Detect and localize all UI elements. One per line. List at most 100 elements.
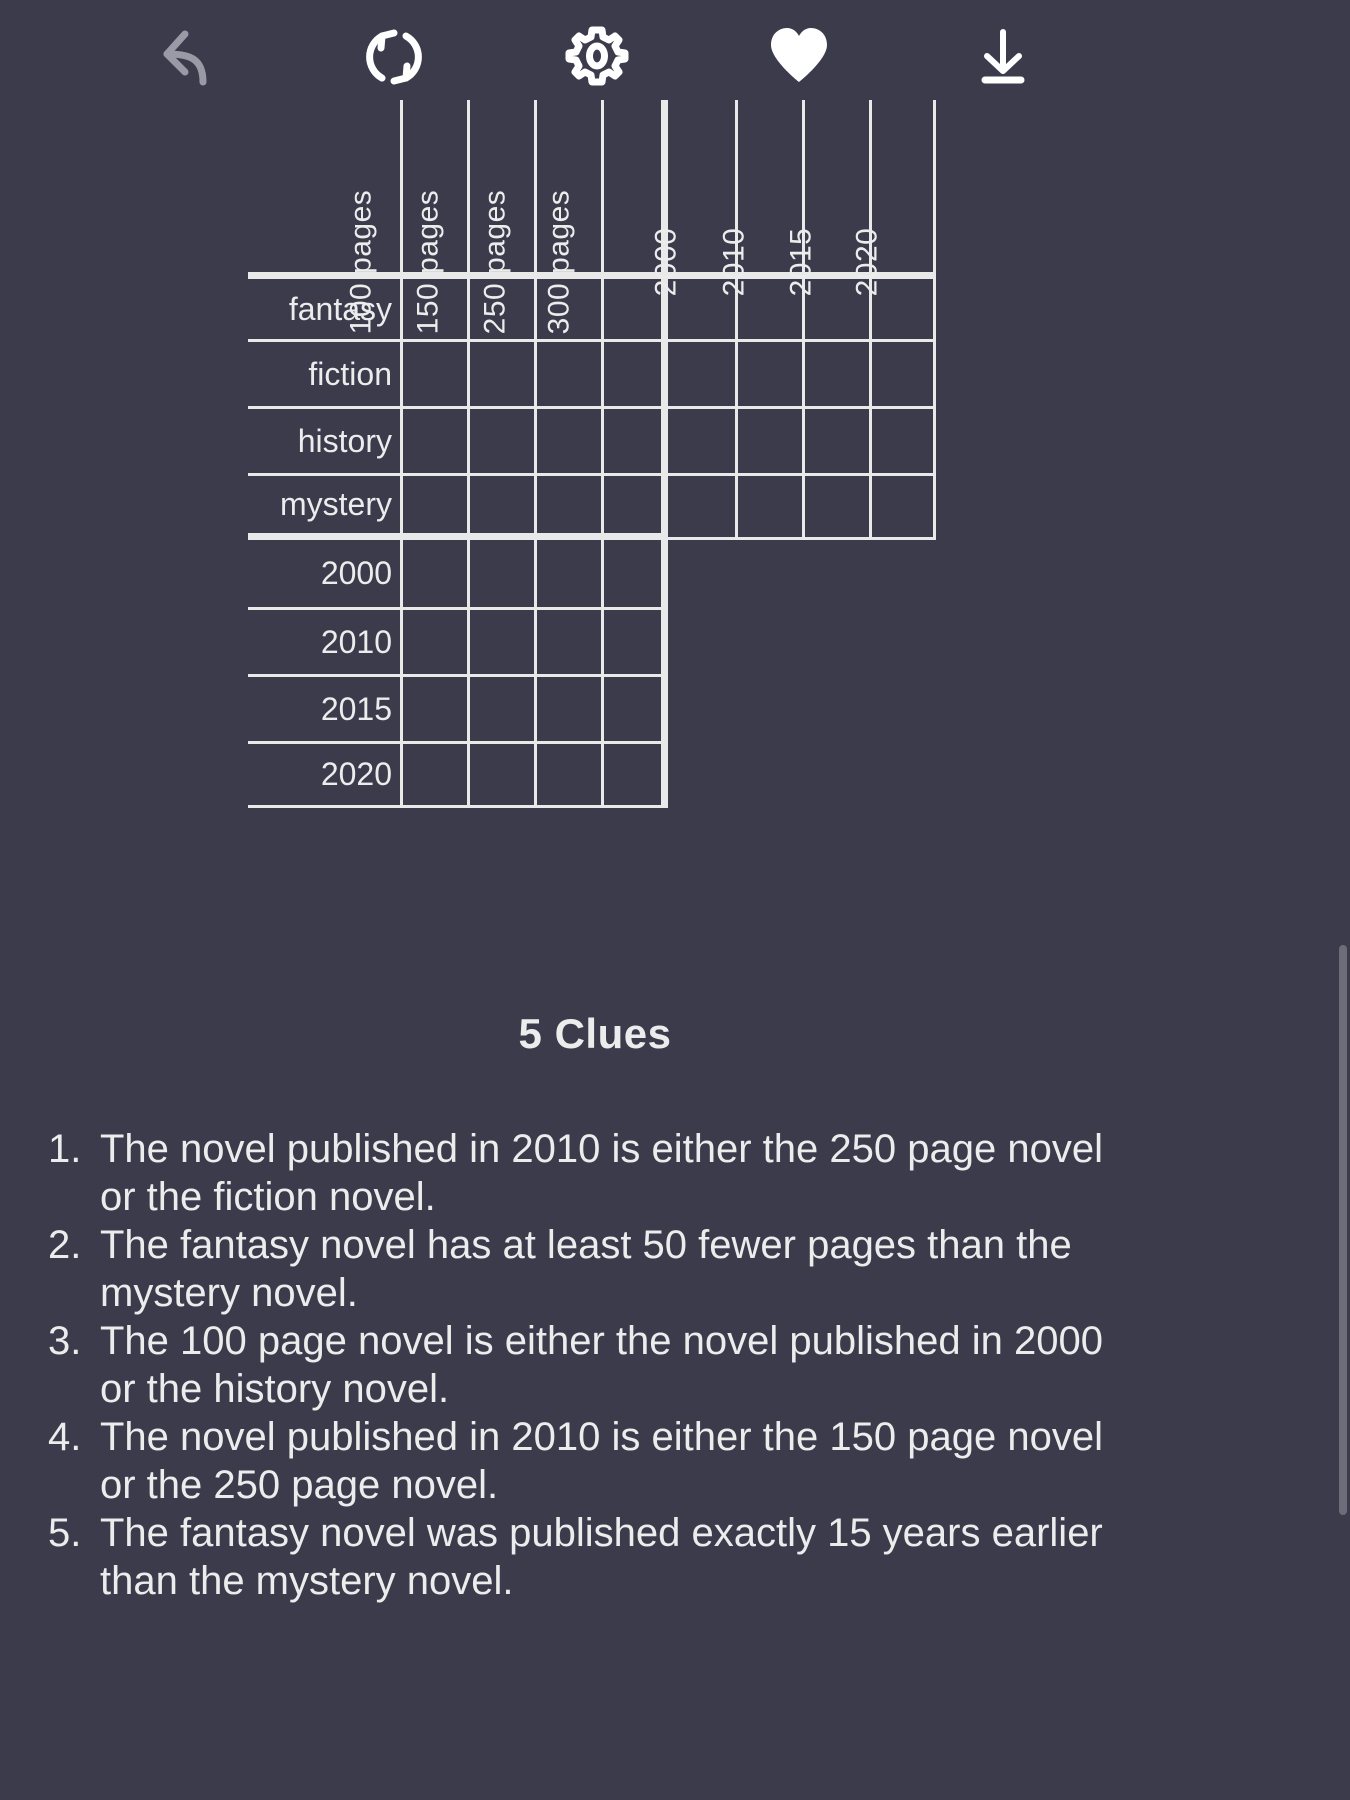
cell-history-150pages[interactable] — [467, 406, 534, 473]
puzzle-app: 100 pages 150 pages 250 pages 300 pages … — [0, 0, 1350, 1800]
cell-2015-300pages[interactable] — [601, 674, 668, 741]
cell-history-250pages[interactable] — [534, 406, 601, 473]
cell-2020-100pages[interactable] — [400, 741, 467, 808]
cell-history-300pages[interactable] — [601, 406, 668, 473]
cell-mystery-2020[interactable] — [869, 473, 936, 540]
cell-2000-100pages[interactable] — [400, 540, 467, 607]
cell-2015-250pages[interactable] — [534, 674, 601, 741]
cell-2010-300pages[interactable] — [601, 607, 668, 674]
undo-button[interactable] — [145, 12, 237, 100]
cell-fiction-2015[interactable] — [802, 339, 869, 406]
spacer-cell — [735, 741, 802, 808]
row-header-2015: 2015 — [248, 674, 400, 741]
cell-2020-250pages[interactable] — [534, 741, 601, 808]
spacer-cell — [668, 741, 735, 808]
clue-number: 5. — [48, 1511, 82, 1555]
spacer-cell — [869, 607, 936, 674]
cell-history-2020[interactable] — [869, 406, 936, 473]
cell-history-2000[interactable] — [668, 406, 735, 473]
clue-number: 4. — [48, 1415, 82, 1459]
cell-2000-250pages[interactable] — [534, 540, 601, 607]
spacer-cell — [735, 540, 802, 607]
cell-mystery-150pages[interactable] — [467, 473, 534, 540]
spacer-cell — [802, 741, 869, 808]
clue-number: 1. — [48, 1127, 82, 1171]
cell-mystery-2000[interactable] — [668, 473, 735, 540]
scrollbar-thumb[interactable] — [1339, 945, 1347, 1515]
cell-history-2010[interactable] — [735, 406, 802, 473]
list-item: 5. The fantasy novel was published exact… — [48, 1509, 1108, 1605]
cell-history-2015[interactable] — [802, 406, 869, 473]
list-item: 1. The novel published in 2010 is either… — [48, 1125, 1108, 1221]
row-header-history: history — [248, 406, 400, 473]
clue-text: The 100 page novel is either the novel p… — [100, 1319, 1103, 1411]
table-row: mystery — [248, 473, 936, 540]
cell-fiction-100pages[interactable] — [400, 339, 467, 406]
favorite-button[interactable] — [753, 12, 845, 100]
cell-mystery-250pages[interactable] — [534, 473, 601, 540]
spacer-cell — [668, 674, 735, 741]
table-row: 2010 — [248, 607, 936, 674]
download-icon — [981, 29, 1025, 84]
cell-2020-300pages[interactable] — [601, 741, 668, 808]
spacer-cell — [668, 607, 735, 674]
clue-text: The fantasy novel has at least 50 fewer … — [100, 1223, 1072, 1315]
list-item: 4. The novel published in 2010 is either… — [48, 1413, 1108, 1509]
spacer-cell — [668, 540, 735, 607]
row-header-2020: 2020 — [248, 741, 400, 808]
cell-2015-150pages[interactable] — [467, 674, 534, 741]
table-row: history — [248, 406, 936, 473]
gear-icon — [565, 26, 629, 86]
cell-mystery-2010[interactable] — [735, 473, 802, 540]
spacer-cell — [869, 540, 936, 607]
cell-history-100pages[interactable] — [400, 406, 467, 473]
clue-number: 2. — [48, 1223, 82, 1267]
row-header-2010: 2010 — [248, 607, 400, 674]
logic-grid: 100 pages 150 pages 250 pages 300 pages … — [248, 100, 936, 808]
spacer-cell — [735, 674, 802, 741]
list-item: 3. The 100 page novel is either the nove… — [48, 1317, 1108, 1413]
clue-text: The novel published in 2010 is either th… — [100, 1415, 1103, 1507]
clues-list: 1. The novel published in 2010 is either… — [48, 1125, 1108, 1605]
col-header-year-2020: 2020 — [850, 100, 936, 296]
heart-icon — [771, 28, 827, 82]
column-header-row: 100 pages 150 pages 250 pages 300 pages … — [248, 100, 936, 334]
cell-mystery-2015[interactable] — [802, 473, 869, 540]
spacer-cell — [802, 540, 869, 607]
list-item: 2. The fantasy novel has at least 50 few… — [48, 1221, 1108, 1317]
cell-2000-150pages[interactable] — [467, 540, 534, 607]
cell-fiction-150pages[interactable] — [467, 339, 534, 406]
cell-fiction-250pages[interactable] — [534, 339, 601, 406]
cell-mystery-300pages[interactable] — [601, 473, 668, 540]
cell-2010-250pages[interactable] — [534, 607, 601, 674]
row-header-mystery: mystery — [248, 473, 400, 540]
clue-text: The novel published in 2010 is either th… — [100, 1127, 1103, 1219]
table-row: 2015 — [248, 674, 936, 741]
spacer-cell — [869, 674, 936, 741]
cell-2015-100pages[interactable] — [400, 674, 467, 741]
clue-number: 3. — [48, 1319, 82, 1363]
restart-button[interactable] — [348, 12, 440, 100]
spacer-cell — [735, 607, 802, 674]
download-button[interactable] — [957, 12, 1049, 100]
table-row: fiction — [248, 339, 936, 406]
clues-heading: 5 Clues — [518, 1010, 672, 1057]
cell-fiction-2000[interactable] — [668, 339, 735, 406]
spacer-cell — [802, 607, 869, 674]
cell-2010-100pages[interactable] — [400, 607, 467, 674]
cell-2010-150pages[interactable] — [467, 607, 534, 674]
cell-mystery-100pages[interactable] — [400, 473, 467, 540]
restart-icon — [366, 29, 422, 85]
clue-text: The fantasy novel was published exactly … — [100, 1511, 1103, 1603]
scrollbar-track[interactable] — [1336, 0, 1350, 1800]
cell-fiction-2020[interactable] — [869, 339, 936, 406]
cell-2020-150pages[interactable] — [467, 741, 534, 808]
settings-button[interactable] — [551, 12, 643, 100]
row-header-fiction: fiction — [248, 339, 400, 406]
spacer-cell — [802, 674, 869, 741]
cell-fiction-300pages[interactable] — [601, 339, 668, 406]
undo-icon — [163, 30, 207, 86]
puzzle-table: 100 pages 150 pages 250 pages 300 pages … — [248, 100, 936, 808]
cell-fiction-2010[interactable] — [735, 339, 802, 406]
cell-2000-300pages[interactable] — [601, 540, 668, 607]
